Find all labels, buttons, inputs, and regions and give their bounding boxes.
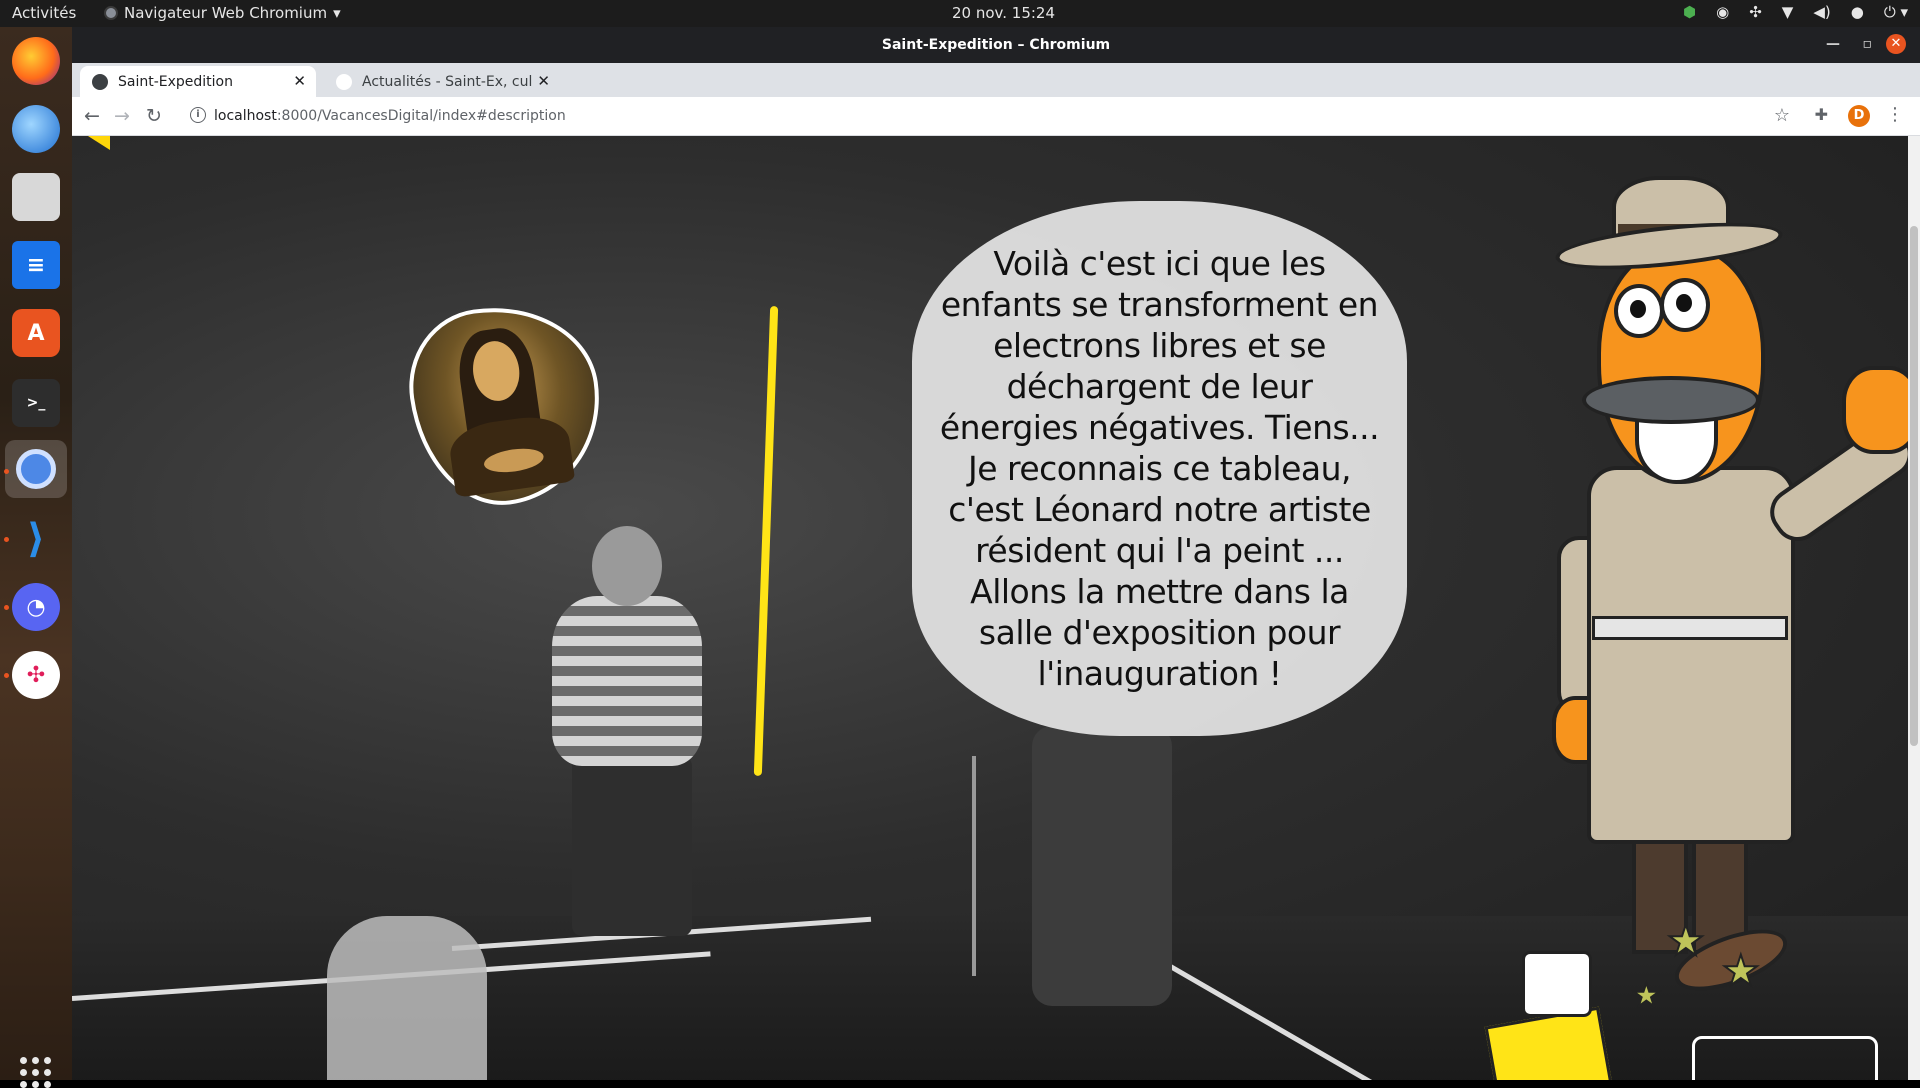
close-window-button[interactable]: ✕ — [1886, 34, 1906, 54]
show-apps-icon[interactable] — [20, 1057, 51, 1088]
thunderbird-icon[interactable] — [12, 105, 60, 153]
tray-outline — [1692, 1036, 1878, 1080]
volume-icon[interactable]: ◀) — [1813, 3, 1830, 21]
power-icon[interactable]: ⏻ ▾ — [1884, 3, 1908, 21]
tab-favicon — [336, 73, 352, 90]
menu-kebab-icon[interactable]: ⋮ — [1886, 104, 1904, 125]
back-icon[interactable]: ← — [84, 105, 100, 127]
system-tray[interactable]: ⬢ ◉ ✣ ▼ ◀) ● ⏻ ▾ — [1683, 3, 1908, 21]
writer-icon[interactable]: ≡ — [12, 241, 60, 289]
running-indicator — [4, 605, 9, 610]
robot-icon — [1522, 951, 1592, 1017]
minimize-icon[interactable]: — — [1826, 36, 1840, 52]
app-menu[interactable]: Navigateur Web Chromium ▾ — [104, 4, 341, 22]
detective-mustache — [1582, 376, 1760, 424]
running-indicator — [4, 537, 9, 542]
waving-hand — [1842, 366, 1908, 454]
mona-lisa-painting[interactable] — [399, 293, 613, 517]
site-info-icon[interactable]: i — [190, 107, 206, 123]
detective-pupil — [1630, 300, 1646, 318]
page-scrollbar[interactable] — [1908, 136, 1920, 1080]
clock[interactable]: 20 nov. 15:24 — [952, 4, 1055, 22]
tab-label: Actualités - Saint-Ex, cultu — [362, 73, 532, 90]
child-head — [592, 526, 662, 606]
activities-button[interactable]: Activités — [12, 4, 76, 22]
speech-text: Voilà c'est ici que les enfants se trans… — [939, 244, 1380, 693]
extensions-icon[interactable]: ✚ — [1815, 105, 1828, 124]
browser-toolbar: ← → ↻ i localhost:8000/VacancesDigital/i… — [72, 97, 1920, 136]
tab-saint-expedition[interactable]: Saint-Expedition ✕ — [80, 66, 316, 97]
star-icon: ★ — [1666, 915, 1706, 966]
star-icon: ★ — [1631, 975, 1662, 1015]
app-menu-label: Navigateur Web Chromium — [124, 4, 328, 22]
forward-icon[interactable]: → — [114, 105, 130, 127]
child-legs — [572, 756, 692, 936]
tab-label: Saint-Expedition — [118, 73, 233, 90]
detective-belt — [1592, 616, 1788, 640]
discord-icon[interactable]: ◔ — [12, 583, 60, 631]
maximize-icon[interactable]: ▫ — [1863, 36, 1873, 52]
discord-tray-icon[interactable]: ◉ — [1716, 3, 1729, 21]
child-body — [552, 596, 702, 766]
wifi-icon[interactable]: ▼ — [1782, 3, 1794, 21]
page-viewport: Voilà c'est ici que les enfants se trans… — [72, 136, 1908, 1080]
child-figure-right — [1032, 726, 1172, 1006]
tab-actualites[interactable]: Actualités - Saint-Ex, cultu ✕ — [324, 66, 560, 97]
detective-coat — [1587, 466, 1795, 844]
url-path: :8000/VacancesDigital/index#description — [276, 108, 566, 124]
statue-figure — [327, 916, 487, 1080]
firefox-icon[interactable] — [12, 37, 60, 85]
vscode-icon[interactable]: ⟩ — [12, 515, 60, 563]
url-host: localhost — [214, 108, 277, 124]
terminal-icon[interactable]: >_ — [12, 379, 60, 427]
scrollbar-thumb[interactable] — [1910, 226, 1918, 746]
glow-stick — [753, 306, 779, 776]
dock: ≡ A >_ ⟩ ◔ ✣ — [0, 27, 73, 1088]
shield-icon[interactable]: ⬢ — [1683, 3, 1696, 21]
close-tab-icon[interactable]: ✕ — [537, 72, 550, 90]
speech-bubble: Voilà c'est ici que les enfants se trans… — [912, 201, 1407, 736]
window-title: Saint-Expedition – Chromium — [881, 37, 1111, 53]
browser-window: Saint-Expedition – Chromium — ▫ ✕ Saint-… — [72, 27, 1920, 1080]
slack-icon[interactable]: ✣ — [12, 651, 60, 699]
chromium-app-icon — [104, 6, 118, 20]
tab-favicon — [92, 73, 108, 90]
tab-strip: Saint-Expedition ✕ Actualités - Saint-Ex… — [72, 63, 1920, 127]
close-tab-icon[interactable]: ✕ — [293, 72, 306, 90]
site-logo[interactable] — [88, 136, 110, 150]
star-icon: ★ — [1721, 945, 1761, 996]
slack-tray-icon[interactable]: ✣ — [1749, 3, 1762, 21]
running-indicator — [4, 673, 9, 678]
chromium-icon[interactable] — [5, 440, 67, 498]
detective-pupil — [1676, 294, 1692, 312]
address-bar[interactable]: i localhost:8000/VacancesDigital/index#d… — [184, 101, 1844, 131]
reload-icon[interactable]: ↻ — [146, 105, 162, 127]
profile-avatar[interactable]: D — [1848, 105, 1870, 127]
software-icon[interactable]: A — [12, 309, 60, 357]
tripod — [972, 756, 976, 976]
logo-arrow-icon — [88, 136, 110, 150]
bookmark-star-icon[interactable]: ☆ — [1774, 105, 1790, 126]
system-top-bar: Activités Navigateur Web Chromium ▾ 20 n… — [0, 0, 1920, 27]
url-text[interactable]: localhost:8000/VacancesDigital/index#des… — [214, 108, 566, 124]
chevron-down-icon: ▾ — [333, 4, 341, 22]
running-indicator — [4, 469, 9, 474]
files-icon[interactable] — [12, 173, 60, 221]
title-bar: Saint-Expedition – Chromium — ▫ ✕ — [72, 27, 1920, 63]
microphone-icon[interactable]: ● — [1851, 3, 1864, 21]
